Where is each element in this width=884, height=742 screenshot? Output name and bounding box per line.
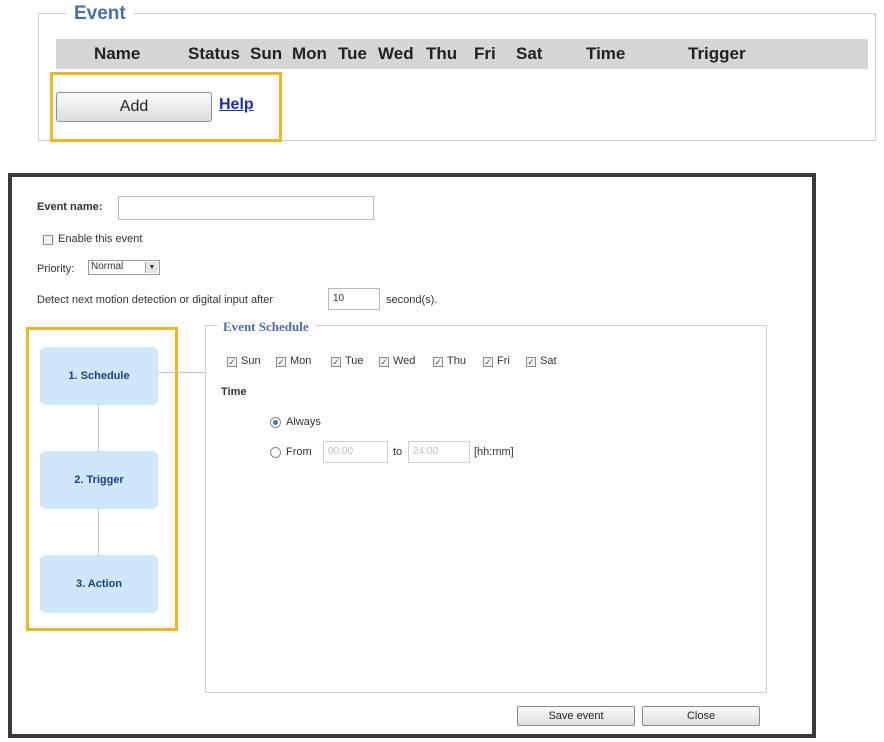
step-trigger[interactable]: 2. Trigger — [40, 451, 158, 509]
close-button[interactable]: Close — [642, 706, 760, 726]
day-label-mon: Mon — [290, 355, 312, 367]
time-label: Time — [221, 386, 247, 398]
priority-label: Priority: — [37, 263, 75, 275]
column-header-thu: Thu — [426, 44, 458, 63]
column-header-time: Time — [586, 44, 626, 63]
column-header-trigger: Trigger — [688, 44, 746, 63]
column-header-wed: Wed — [378, 44, 414, 63]
priority-value: Normal — [91, 261, 124, 272]
day-label-sat: Sat — [540, 355, 557, 367]
column-header-sat: Sat — [516, 44, 543, 63]
step-connector-line — [98, 509, 99, 555]
day-label-fri: Fri — [497, 355, 510, 367]
add-button[interactable]: Add — [56, 92, 212, 122]
column-header-mon: Mon — [292, 44, 327, 63]
day-label-tue: Tue — [345, 355, 364, 367]
help-link[interactable]: Help — [219, 96, 254, 114]
day-checkbox-wed[interactable]: ✓ — [379, 357, 389, 367]
column-header-status: Status — [188, 44, 240, 63]
day-label-sun: Sun — [241, 355, 261, 367]
step-schedule[interactable]: 1. Schedule — [40, 347, 158, 405]
day-checkbox-fri[interactable]: ✓ — [483, 357, 493, 367]
always-label: Always — [286, 416, 321, 428]
column-header-tue: Tue — [338, 44, 367, 63]
column-header-sun: Sun — [250, 44, 283, 63]
day-checkbox-tue[interactable]: ✓ — [331, 357, 341, 367]
column-header-fri: Fri — [474, 44, 496, 63]
from-radio[interactable] — [270, 447, 281, 458]
day-checkbox-sat[interactable]: ✓ — [526, 357, 536, 367]
event-name-input[interactable] — [118, 196, 374, 220]
event-schedule-panel — [205, 325, 767, 693]
event-table-header: Name Status Sun Mon Tue Wed Thu Fri Sat … — [56, 39, 868, 69]
day-checkbox-thu[interactable]: ✓ — [433, 357, 443, 367]
detect-label: Detect next motion detection or digital … — [37, 294, 274, 306]
enable-event-label: Enable this event — [58, 233, 143, 245]
step-connector-line — [98, 405, 99, 451]
always-radio[interactable] — [270, 417, 281, 428]
enable-event-checkbox[interactable] — [43, 235, 53, 245]
step-action[interactable]: 3. Action — [40, 555, 158, 613]
time-format-label: [hh:mm] — [474, 446, 514, 458]
event-name-label: Event name: — [37, 201, 103, 213]
event-list-legend: Event — [66, 3, 134, 25]
priority-select[interactable]: Normal ▼ — [88, 260, 160, 275]
column-header-name: Name — [94, 44, 141, 63]
detect-unit: second(s). — [386, 294, 438, 306]
detect-seconds-input[interactable]: 10 — [328, 288, 380, 310]
save-event-button[interactable]: Save event — [517, 706, 635, 726]
from-label: From — [286, 446, 312, 458]
to-time-input[interactable]: 24:00 — [408, 441, 470, 463]
event-dialog: Event name: Enable this event Priority: … — [8, 173, 816, 738]
day-label-thu: Thu — [447, 355, 466, 367]
chevron-down-icon: ▼ — [145, 262, 158, 273]
to-label: to — [393, 446, 403, 458]
day-checkbox-sun[interactable]: ✓ — [227, 357, 237, 367]
day-checkbox-mon[interactable]: ✓ — [276, 357, 286, 367]
day-label-wed: Wed — [393, 355, 416, 367]
schedule-connector-line — [158, 372, 206, 373]
from-time-input[interactable]: 00:00 — [323, 441, 388, 463]
event-schedule-legend: Event Schedule — [217, 319, 315, 335]
